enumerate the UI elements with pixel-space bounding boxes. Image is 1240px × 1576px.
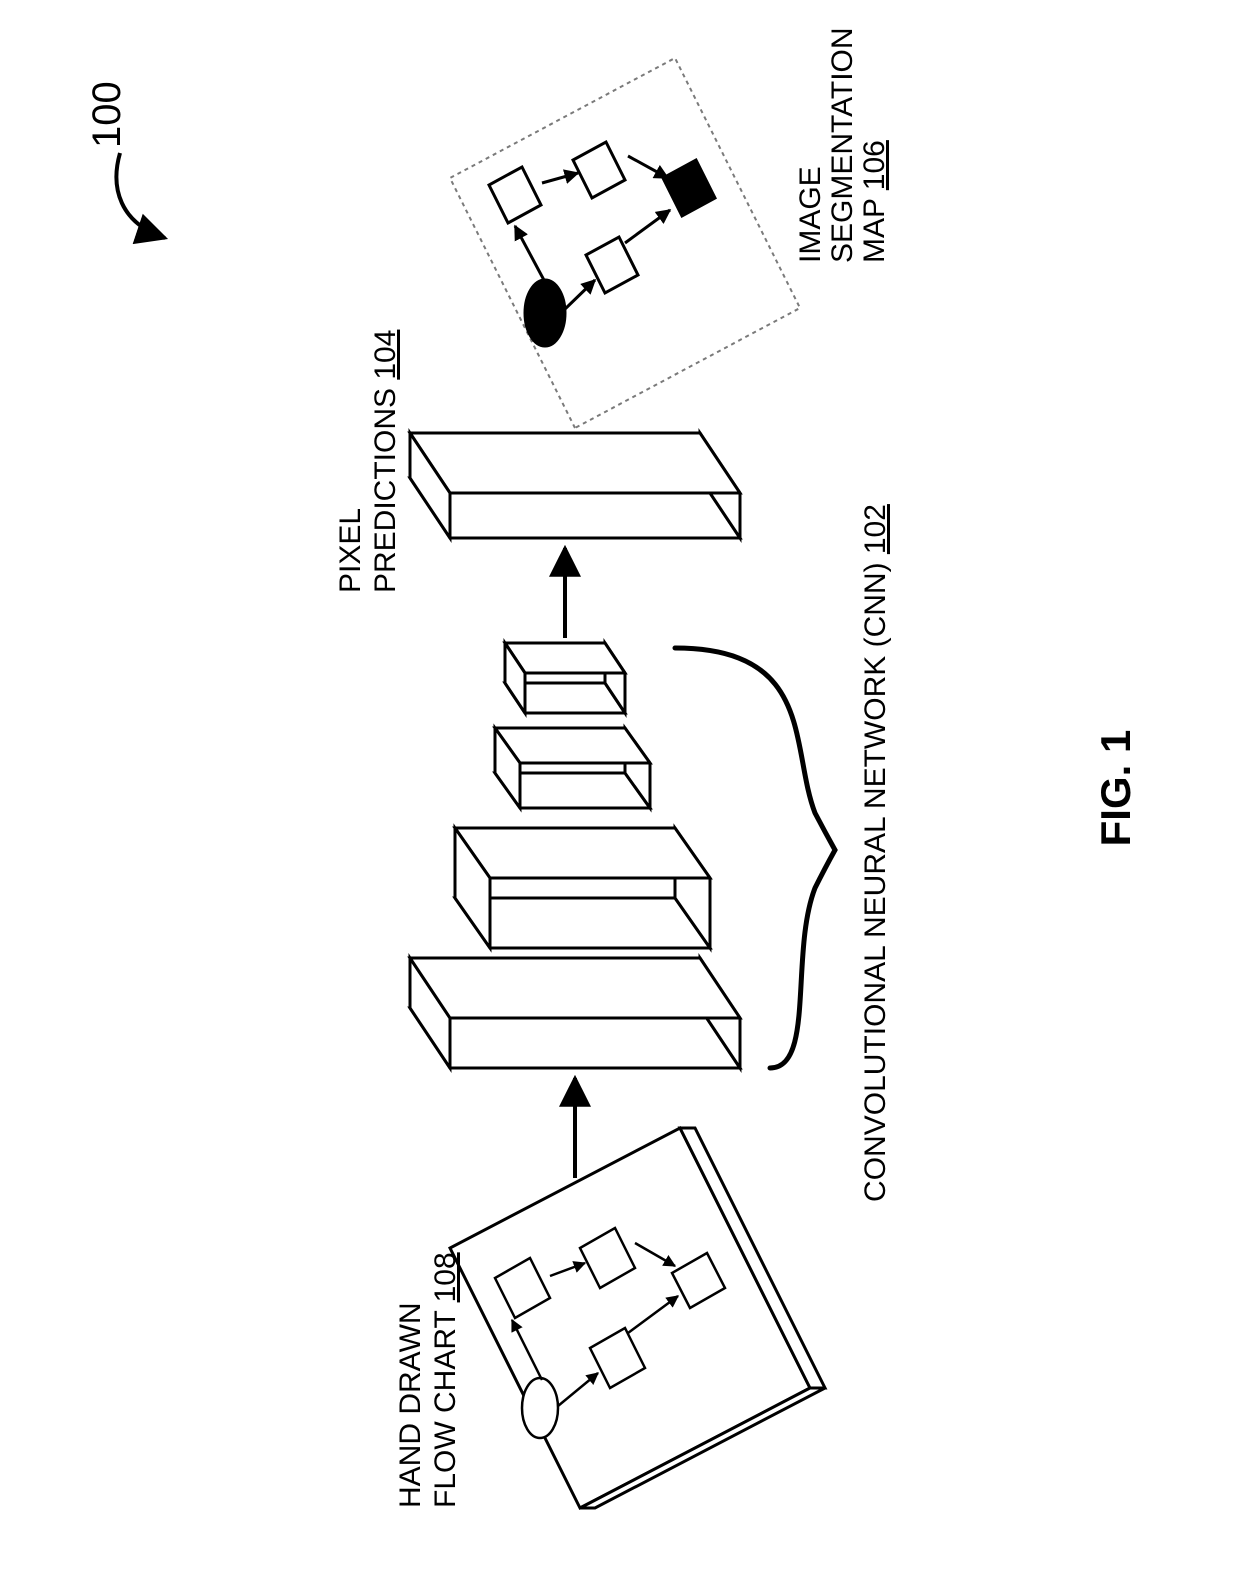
pixel-predictions-slab	[410, 433, 740, 538]
figure-caption: FIG. 1	[1092, 730, 1139, 847]
figure-number-callout: 100	[85, 81, 165, 238]
segmentation-map-slab	[450, 58, 800, 428]
segmap-label-line2: SEGMENTATION	[826, 27, 859, 263]
cnn-block	[410, 643, 740, 1068]
segmap-label-line1: IMAGE	[794, 166, 827, 263]
segmentation-map-label: IMAGE SEGMENTATION MAP 106	[794, 27, 891, 263]
pixel-label-line1: PIXEL	[334, 508, 367, 593]
input-label-line1: HAND DRAWN	[394, 1302, 427, 1508]
cnn-label: CONVOLUTIONAL NEURAL NETWORK (CNN) 102	[859, 504, 892, 1202]
input-label: HAND DRAWN FLOW CHART 108	[394, 1252, 462, 1508]
figure-canvas: 100	[0, 0, 1240, 1576]
figure-number: 100	[85, 81, 129, 148]
pixel-predictions-label: PIXEL PREDICTIONS 104	[334, 330, 402, 593]
pixel-label-line2: PREDICTIONS 104	[369, 330, 402, 593]
input-flowchart-slab	[450, 1128, 825, 1508]
input-label-line2: FLOW CHART 108	[429, 1252, 462, 1508]
segmap-label-line3: MAP 106	[858, 140, 891, 263]
